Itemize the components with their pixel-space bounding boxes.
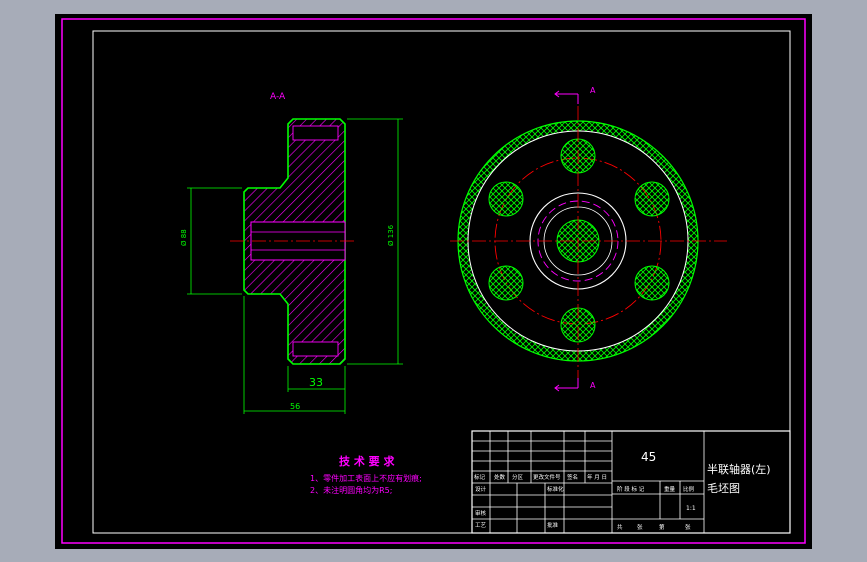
outer-frame: [61, 18, 806, 544]
bolt-hole: [634, 181, 670, 217]
tb-material: 45: [641, 450, 656, 464]
tb-weight: 重量: [664, 485, 676, 493]
tb-part-name: 半联轴器(左): [707, 462, 771, 476]
bolt-hole: [488, 265, 524, 301]
tb-standardize: 标准化: [547, 485, 564, 493]
drawing-canvas: A-A Ø 88 Ø 136 33 56 A A 技 术 要 求 1、零件加工表…: [61, 18, 806, 544]
tb-ratio: 比例: [683, 485, 695, 493]
cad-viewport[interactable]: A-A Ø 88 Ø 136 33 56 A A 技 术 要 求 1、零件加工表…: [55, 14, 812, 549]
hole-section-top: [292, 125, 339, 141]
dim-total-width: 56: [290, 402, 300, 411]
hole-section-bottom: [292, 341, 339, 357]
tb-mark: 标记: [474, 473, 486, 481]
cut-label-bottom: A: [590, 381, 596, 390]
tb-change-doc: 更改文件号: [533, 473, 561, 481]
tb-process: 工艺: [475, 522, 487, 529]
tb-scale: 1:1: [686, 505, 696, 512]
tb-no: 第: [659, 523, 665, 531]
dim-hub-diameter: Ø 88: [180, 229, 188, 246]
tb-sheet-1: 张: [637, 523, 643, 531]
dim-flange-width: 33: [309, 376, 323, 389]
tech-item-1: 1、零件加工表面上不应有划痕;: [310, 473, 422, 483]
tb-date: 年 月 日: [587, 473, 607, 481]
bolt-hole: [634, 265, 670, 301]
tb-zone: 分区: [512, 473, 524, 481]
dim-outer-diameter: Ø 136: [387, 224, 395, 246]
tb-sheet-2: 张: [685, 523, 691, 531]
tb-approve: 批准: [547, 521, 559, 529]
tb-sign: 签名: [567, 473, 578, 481]
tb-designer: 设计: [475, 485, 487, 493]
tb-count: 处数: [494, 473, 506, 481]
cut-label-top: A: [590, 86, 596, 95]
title-block: [471, 430, 791, 534]
front-view: [450, 90, 727, 392]
tb-review: 审核: [475, 509, 487, 517]
tech-item-2: 2、未注明圆角均为R5;: [310, 485, 392, 495]
tech-title: 技 术 要 求: [339, 454, 395, 468]
section-label: A-A: [270, 92, 286, 102]
tb-stage-mark: 阶 段 标 记: [617, 485, 645, 493]
section-view: [187, 118, 403, 414]
tb-drawing-type: 毛坯图: [707, 482, 740, 495]
tb-total: 共: [617, 523, 623, 531]
bolt-hole: [488, 181, 524, 217]
